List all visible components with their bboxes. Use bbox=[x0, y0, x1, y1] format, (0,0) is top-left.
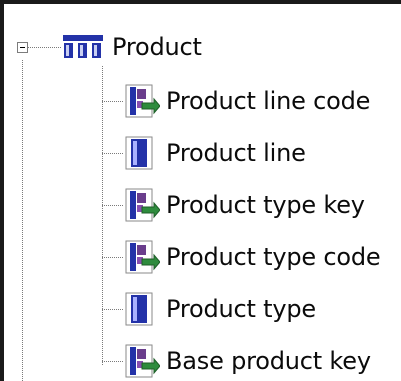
level-member-icon bbox=[124, 135, 156, 175]
tree-guide-line bbox=[102, 66, 103, 365]
tree-item-label: Product type key bbox=[166, 191, 365, 219]
tree-connector bbox=[102, 205, 124, 206]
key-member-icon bbox=[124, 83, 161, 123]
tree-item[interactable]: Product type bbox=[124, 289, 316, 329]
collapse-toggle[interactable] bbox=[17, 42, 28, 53]
tree-node-product[interactable]: Product bbox=[62, 27, 202, 67]
dimension-table-icon bbox=[63, 35, 103, 58]
tree-item[interactable]: Base product key bbox=[124, 341, 371, 381]
tree-view: Product Product line code Product line P… bbox=[0, 0, 401, 381]
tree-guide-line bbox=[22, 60, 23, 381]
key-member-icon bbox=[124, 187, 161, 227]
tree-item-label: Product line code bbox=[166, 87, 371, 115]
key-member-icon bbox=[124, 343, 161, 381]
level-member-icon bbox=[124, 291, 156, 331]
tree-node-label: Product bbox=[112, 33, 202, 61]
tree-item-label: Base product key bbox=[166, 347, 371, 375]
tree-connector bbox=[102, 101, 124, 102]
key-member-icon bbox=[124, 239, 161, 279]
tree-item-label: Product line bbox=[166, 139, 306, 167]
tree-item-label: Product type bbox=[166, 295, 316, 323]
tree-item[interactable]: Product line bbox=[124, 133, 306, 173]
tree-connector bbox=[102, 361, 124, 362]
tree-item-label: Product type code bbox=[166, 243, 381, 271]
tree-connector bbox=[28, 47, 62, 48]
tree-item[interactable]: Product line code bbox=[124, 81, 370, 121]
tree-item[interactable]: Product type key bbox=[124, 185, 365, 225]
tree-connector bbox=[102, 257, 124, 258]
tree-connector bbox=[102, 309, 124, 310]
tree-connector bbox=[102, 153, 124, 154]
tree-item[interactable]: Product type code bbox=[124, 237, 381, 279]
